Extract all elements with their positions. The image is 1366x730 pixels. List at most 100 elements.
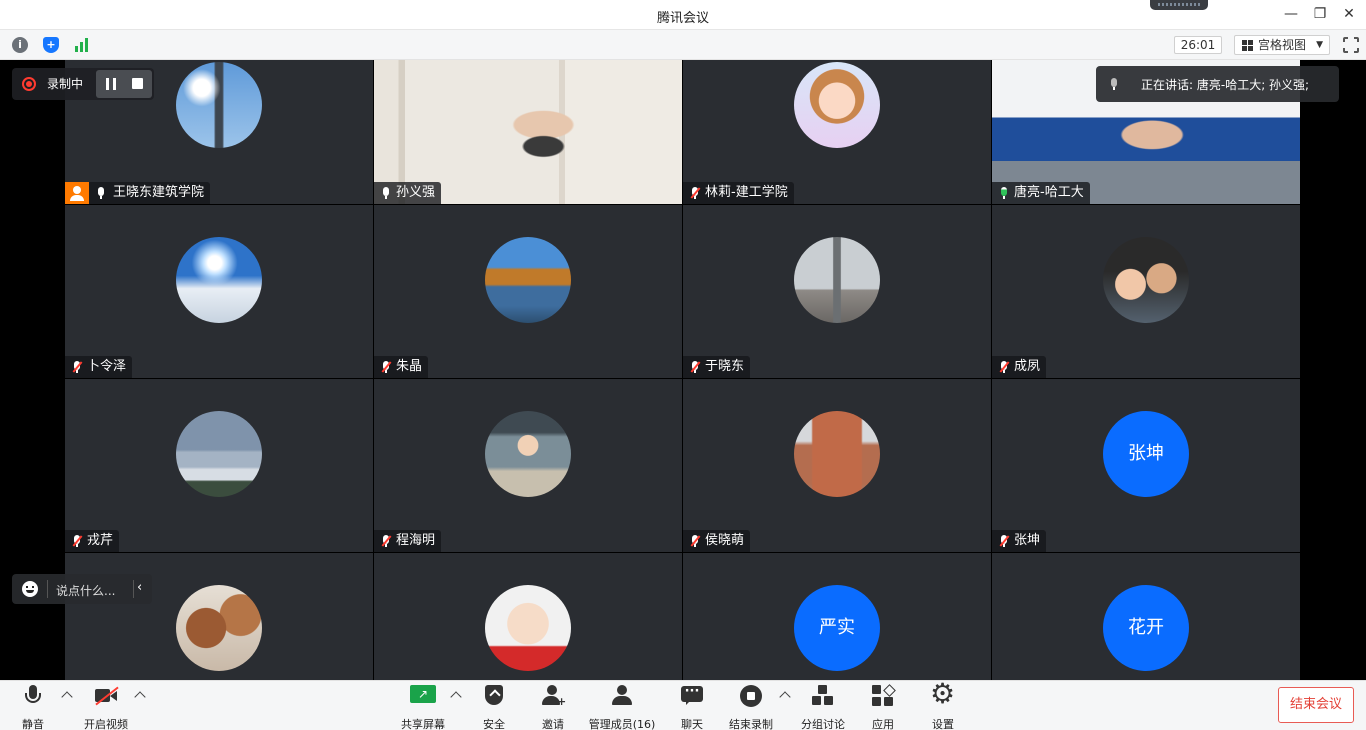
participant-name-tag: 朱晶 [374, 356, 429, 378]
host-badge-icon [65, 182, 89, 204]
participant-name: 于晓东 [705, 359, 745, 374]
collapse-chat-icon[interactable]: ‹ [137, 580, 142, 595]
manage-members-label: 管理成员(16) [588, 718, 656, 730]
participant-tile[interactable]: 孙义强 [374, 60, 682, 204]
participant-tile[interactable]: 侯晓萌 [683, 379, 991, 552]
stop-recording-button[interactable] [132, 78, 143, 89]
avatar [485, 411, 571, 497]
participant-tile[interactable]: 成夙 [992, 205, 1300, 378]
info-icon[interactable]: i [12, 37, 28, 53]
invite-user-icon: + [542, 685, 566, 707]
participant-name-tag: 程海明 [374, 530, 442, 552]
participant-tile[interactable]: 朱晶 [374, 205, 682, 378]
start-video-button[interactable]: 开启视频 [80, 685, 132, 730]
participant-tile[interactable]: 严实 [683, 553, 991, 680]
breakout-label: 分组讨论 [801, 718, 845, 730]
participant-name-tag: 张坤 [992, 530, 1047, 552]
participant-name: 林莉-建工学院 [705, 185, 788, 200]
participant-tile[interactable]: 花开 [992, 553, 1300, 680]
share-screen-label: 共享屏幕 [401, 718, 445, 730]
participant-name: 朱晶 [396, 359, 423, 374]
security-button[interactable]: 安全 [477, 685, 511, 730]
participant-name: 侯晓萌 [705, 533, 745, 548]
text-avatar: 张坤 [1103, 411, 1189, 497]
view-mode-dropdown[interactable]: 宫格视图 ▼ [1234, 35, 1330, 55]
avatar [794, 411, 880, 497]
emoji-icon[interactable] [22, 581, 38, 597]
avatar [176, 411, 262, 497]
muted-microphone-icon [1000, 535, 1008, 547]
shield-icon[interactable]: + [43, 37, 59, 53]
participant-name-tag: 成夙 [992, 356, 1047, 378]
recording-status: 录制中 [47, 77, 84, 91]
end-recording-label: 结束录制 [729, 718, 773, 730]
invite-button[interactable]: + 邀请 [536, 685, 570, 730]
participant-name-tag: 孙义强 [374, 182, 442, 204]
avatar [794, 62, 880, 148]
participant-tile[interactable]: 张坤 张坤 [992, 379, 1300, 552]
chevron-down-icon: ▼ [1316, 40, 1323, 50]
signal-icon[interactable] [74, 37, 90, 53]
participant-tile[interactable]: 林莉-建工学院 [683, 60, 991, 204]
muted-microphone-icon [382, 535, 390, 547]
close-button[interactable]: ✕ [1340, 5, 1358, 23]
participant-name: 孙义强 [396, 185, 436, 200]
breakout-rooms-button[interactable]: 分组讨论 [797, 685, 849, 730]
audio-options-chevron-icon[interactable] [61, 691, 73, 703]
avatar [485, 585, 571, 671]
pause-recording-button[interactable] [106, 78, 116, 90]
participant-name: 戎芹 [87, 533, 114, 548]
participant-name-tag: 林莉-建工学院 [683, 182, 794, 204]
invite-label: 邀请 [542, 718, 564, 730]
manage-members-button[interactable]: 管理成员(16) [586, 685, 658, 730]
fullscreen-icon[interactable] [1342, 36, 1360, 54]
muted-microphone-icon [691, 361, 699, 373]
apps-label: 应用 [872, 718, 894, 730]
participant-name-tag: 卜令泽 [65, 356, 133, 378]
info-bar: i + 26:01 宫格视图 ▼ [0, 30, 1366, 60]
participant-tile[interactable] [65, 553, 373, 680]
avatar [794, 237, 880, 323]
participant-tile[interactable]: 于晓东 [683, 205, 991, 378]
video-options-chevron-icon[interactable] [134, 691, 146, 703]
chat-button[interactable]: 聊天 [675, 685, 709, 730]
grid-icon [1242, 40, 1253, 51]
share-screen-button[interactable]: 共享屏幕 [397, 685, 449, 730]
participant-tile[interactable] [374, 553, 682, 680]
participant-tile[interactable]: 程海明 [374, 379, 682, 552]
participant-tile[interactable]: 卜令泽 [65, 205, 373, 378]
gear-icon [930, 679, 955, 709]
chat-bubble-icon [681, 685, 703, 707]
meeting-window: 腾讯会议 — ❐ ✕ i + 26:01 宫格视图 ▼ 王晓东建筑学院 孙义强 林莉… [0, 0, 1366, 730]
text-avatar: 严实 [794, 585, 880, 671]
title-bar: 腾讯会议 — ❐ ✕ [0, 0, 1366, 30]
security-shield-icon [483, 685, 505, 707]
participant-name: 程海明 [396, 533, 436, 548]
share-options-chevron-icon[interactable] [450, 691, 462, 703]
participant-name-tag: 唐亮-哈工大 [992, 182, 1090, 204]
apps-icon [872, 685, 894, 707]
recording-options-chevron-icon[interactable] [779, 691, 791, 703]
participant-tile[interactable]: 戎芹 [65, 379, 373, 552]
view-mode-label: 宫格视图 [1258, 38, 1307, 52]
muted-microphone-icon [73, 361, 81, 373]
text-avatar: 花开 [1103, 585, 1189, 671]
end-meeting-button[interactable]: 结束会议 [1278, 687, 1354, 723]
chat-label: 聊天 [681, 718, 703, 730]
minimize-button[interactable]: — [1282, 5, 1300, 23]
muted-microphone-icon [691, 535, 699, 547]
volume-meter [1150, 0, 1208, 10]
participant-name-tag: 于晓东 [683, 356, 751, 378]
video-grid: 王晓东建筑学院 孙义强 林莉-建工学院 唐亮-哈工大卜令泽 朱晶 于晓东 成夙戎芹 程海明 侯晓… [65, 60, 1300, 680]
end-recording-button[interactable]: 结束录制 [725, 685, 777, 730]
participant-name-tag: 王晓东建筑学院 [65, 182, 211, 204]
microphone-icon [22, 685, 44, 707]
chat-input-placeholder[interactable]: 说点什么... [56, 582, 115, 599]
apps-button[interactable]: 应用 [866, 685, 900, 730]
participant-name: 唐亮-哈工大 [1014, 185, 1084, 200]
stop-record-icon [740, 685, 762, 707]
mute-button[interactable]: 静音 [16, 685, 50, 730]
quick-chat-bar[interactable]: 说点什么... ‹ [12, 574, 152, 604]
restore-button[interactable]: ❐ [1311, 5, 1329, 23]
settings-button[interactable]: 设置 [926, 679, 960, 730]
